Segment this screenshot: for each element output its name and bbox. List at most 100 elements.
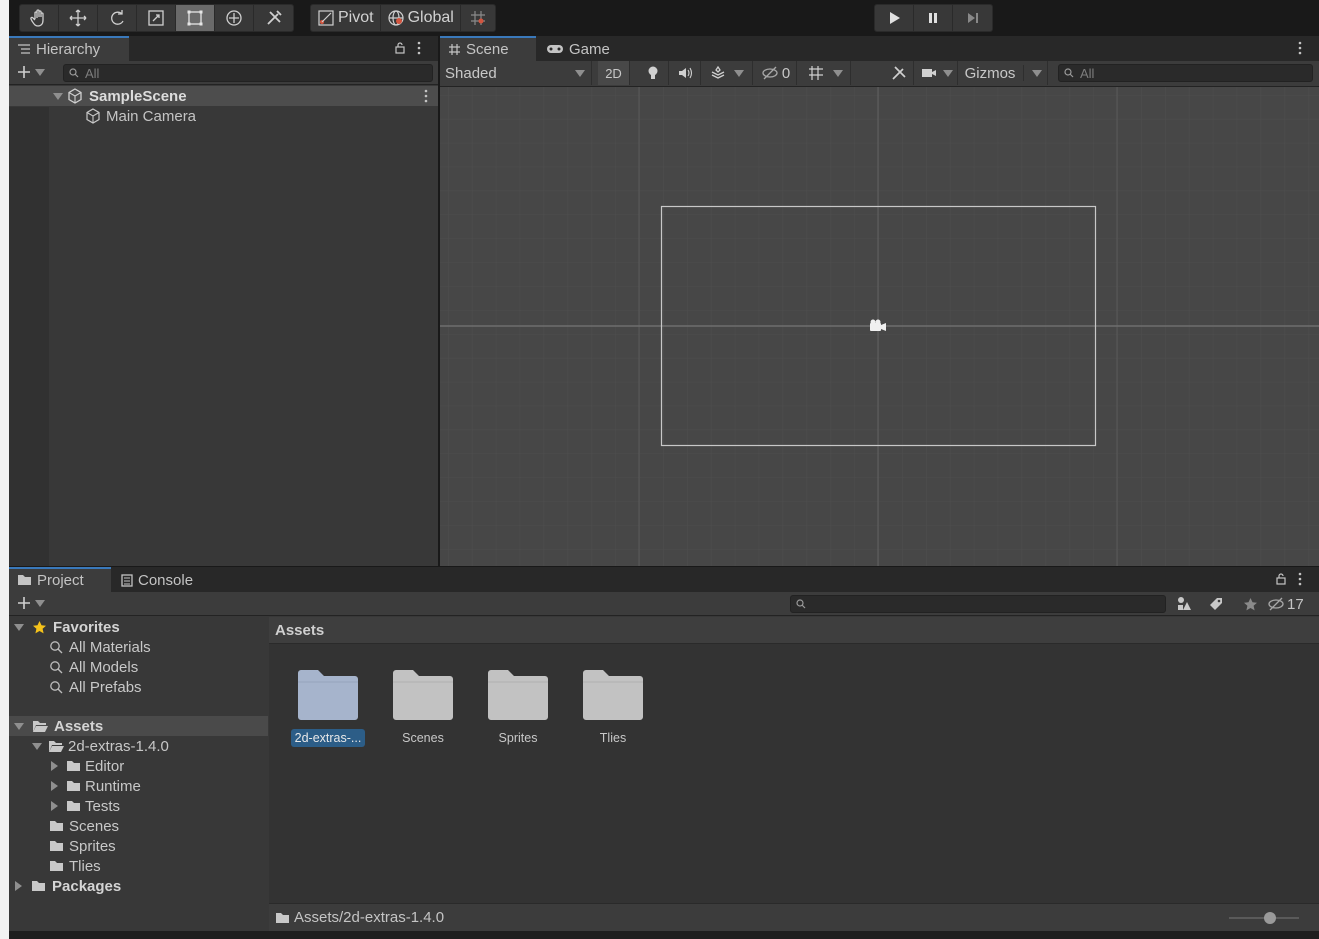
project-status-bar: Assets/2d-extras-1.4.0 (269, 903, 1319, 931)
folder-collapsed-arrow[interactable] (51, 781, 58, 791)
tab-scene[interactable]: Scene (440, 36, 536, 62)
hierarchy-toolbar: All (9, 61, 438, 85)
grid-title: Assets (275, 621, 325, 639)
tab-project[interactable]: Project (9, 567, 111, 593)
assets-root-row[interactable]: Assets (9, 716, 268, 736)
folder-icon (18, 575, 31, 585)
effects-dropdown[interactable] (701, 61, 753, 85)
lighting-toggle[interactable] (637, 61, 669, 85)
global-toggle[interactable]: Global (381, 5, 461, 31)
pivot-label: Pivot (338, 9, 374, 26)
shapes-icon (1178, 597, 1191, 610)
folder-row[interactable]: Sprites (9, 836, 268, 856)
tab-hierarchy[interactable]: Hierarchy (9, 36, 129, 62)
folder-row[interactable]: Tests (9, 796, 268, 816)
favorites-item-label: All Materials (69, 638, 151, 656)
global-label: Global (407, 9, 454, 26)
transform-icon (226, 10, 242, 26)
folder-collapsed-arrow[interactable] (51, 761, 58, 771)
folder-row[interactable]: Editor (9, 756, 268, 776)
project-search-input[interactable] (790, 595, 1166, 613)
hand-tool-button[interactable] (20, 5, 59, 31)
create-dropdown[interactable] (16, 64, 45, 80)
folder-collapsed-arrow[interactable] (51, 801, 58, 811)
scene-viewport[interactable] (440, 87, 1319, 566)
chevron-down-icon (575, 70, 585, 77)
scale-tool-button[interactable] (137, 5, 176, 31)
camera-dropdown[interactable] (916, 61, 958, 85)
folder-row[interactable]: Scenes (9, 816, 268, 836)
folder-icon (488, 670, 548, 720)
create-asset-dropdown[interactable] (16, 595, 45, 611)
tab-game[interactable]: Game (538, 36, 618, 62)
favorites-row[interactable]: Favorites (9, 617, 268, 637)
more-options-icon[interactable] (417, 41, 421, 57)
scene-grid-icon (449, 43, 460, 55)
chevron-down-icon (35, 599, 45, 607)
folder-row[interactable]: 2d-extras-1.4.0 (9, 736, 268, 756)
scene-expand-arrow[interactable] (53, 92, 63, 100)
scene-visibility-toggle[interactable]: 0 (755, 61, 797, 85)
assets-expand-arrow[interactable] (14, 722, 24, 730)
asset-tile[interactable]: 2d-extras-... (285, 669, 371, 759)
search-by-type-button[interactable] (1169, 592, 1199, 616)
packages-collapsed-arrow[interactable] (15, 881, 22, 891)
shading-mode-dropdown[interactable]: Shaded (440, 61, 592, 85)
favorites-item[interactable]: All Materials (9, 637, 268, 657)
chevron-down-icon (1032, 69, 1043, 77)
hierarchy-panel: Hierarchy All SampleScene Main Camera (9, 36, 438, 566)
camera-gizmo-icon[interactable] (868, 318, 888, 334)
asset-tile[interactable]: Tlies (570, 669, 656, 759)
pause-button[interactable] (914, 5, 953, 31)
transform-tool-button[interactable] (215, 5, 254, 31)
folder-expand-arrow[interactable] (32, 742, 42, 750)
search-icon (50, 681, 63, 694)
play-button[interactable] (875, 5, 914, 31)
play-icon (890, 12, 900, 24)
hidden-packages-toggle[interactable]: 17 (1267, 592, 1317, 616)
custom-tool-button[interactable] (254, 5, 293, 31)
favorites-item-label: All Prefabs (69, 678, 142, 696)
packages-row[interactable]: Packages (9, 876, 268, 896)
rect-tool-button[interactable] (176, 5, 215, 31)
folder-row[interactable]: Tlies (9, 856, 268, 876)
mode-2d-toggle[interactable]: 2D (598, 61, 630, 85)
folder-label: Editor (85, 757, 125, 775)
asset-tile[interactable]: Scenes (380, 669, 466, 759)
favorites-expand-arrow[interactable] (14, 623, 24, 631)
hierarchy-search-input[interactable]: All (63, 64, 433, 82)
rotate-tool-button[interactable] (98, 5, 137, 31)
more-options-icon[interactable] (1298, 572, 1302, 588)
favorites-item[interactable]: All Prefabs (9, 677, 268, 697)
tools-toggle[interactable] (884, 61, 914, 85)
asset-tile[interactable]: Sprites (475, 669, 561, 759)
slider-handle[interactable] (1264, 912, 1276, 924)
scene-row[interactable]: SampleScene (9, 86, 438, 106)
icon-size-slider[interactable] (1229, 912, 1299, 924)
scene-more-icon[interactable] (424, 89, 428, 107)
lock-icon[interactable] (1276, 573, 1286, 587)
gizmos-dropdown[interactable]: Gizmos (960, 61, 1048, 85)
pivot-toggle[interactable]: Pivot (311, 5, 381, 31)
folder-row[interactable]: Runtime (9, 776, 268, 796)
scene-search-input[interactable]: All (1058, 64, 1313, 82)
grid-snapping-dropdown[interactable] (799, 61, 851, 85)
folder-icon (67, 761, 80, 771)
audio-toggle[interactable] (669, 61, 701, 85)
folder-icon (50, 841, 63, 851)
search-by-label-button[interactable] (1201, 592, 1231, 616)
favorites-item[interactable]: All Models (9, 657, 268, 677)
lock-icon[interactable] (395, 42, 405, 56)
step-button[interactable] (953, 5, 992, 31)
move-tool-button[interactable] (59, 5, 98, 31)
scene-toolbar: Shaded 2D 0 Gizmos All (440, 61, 1319, 87)
scene-more-options-icon[interactable] (1298, 41, 1302, 57)
pause-icon (929, 13, 937, 23)
save-search-button[interactable] (1235, 592, 1265, 616)
hierarchy-item[interactable]: Main Camera (9, 106, 438, 126)
search-icon (69, 68, 79, 78)
move-icon (69, 9, 87, 27)
hidden-count: 0 (781, 64, 791, 82)
tab-console[interactable]: Console (113, 567, 201, 593)
grid-snap-button[interactable] (461, 5, 495, 31)
